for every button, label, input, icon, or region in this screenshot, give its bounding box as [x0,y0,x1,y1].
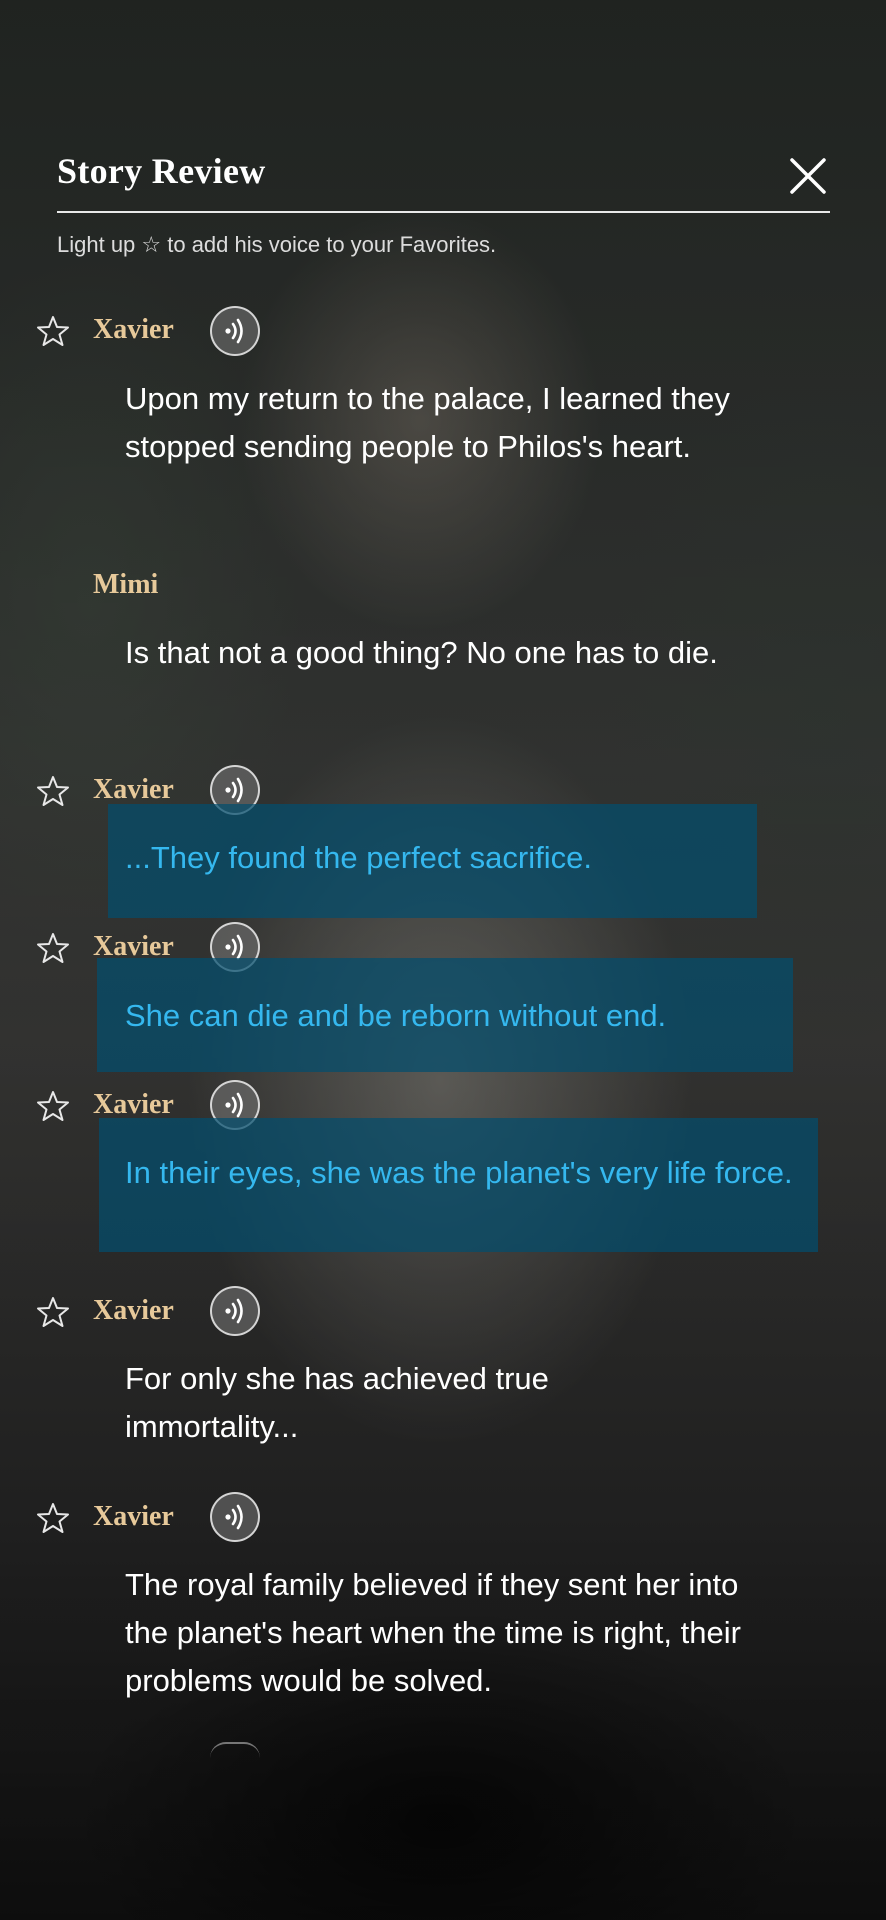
dialogue-text: She can die and be reborn without end. [125,998,667,1033]
voice-play-button[interactable] [210,306,260,356]
dialogue-text: ...They found the perfect sacrifice. [125,840,592,875]
dialogue-text: For only she has achieved true immortali… [125,1361,549,1444]
dialogue-text: Upon my return to the palace, I learned … [125,381,730,464]
speaker-name: Xavier [93,314,174,345]
voice-icon [225,1298,243,1324]
favorite-star-icon[interactable] [36,1089,70,1123]
header-divider [57,211,830,213]
page-title: Story Review [57,151,266,191]
favorite-star-icon[interactable] [36,931,70,965]
voice-icon [225,318,243,344]
speaker-name: Xavier [93,1501,174,1532]
voice-play-button-partial [210,1742,260,1758]
favorite-star-icon[interactable] [36,1295,70,1329]
voice-icon [225,1504,243,1530]
speaker-name: Xavier [93,1295,174,1326]
dialogue-text: The royal family believed if they sent h… [125,1567,741,1698]
dialogue-text: In their eyes, she was the planet's very… [125,1155,793,1190]
favorites-hint: Light up ☆ to add his voice to your Favo… [57,232,497,257]
favorite-star-icon[interactable] [36,1501,70,1535]
dialogue-text: Is that not a good thing? No one has to … [125,635,718,670]
voice-play-button[interactable] [210,1492,260,1542]
close-icon [790,158,826,194]
close-button[interactable] [786,154,830,198]
speaker-name: Xavier [93,1089,174,1120]
favorite-star-icon[interactable] [36,774,70,808]
header: Story Review [57,146,830,212]
speaker-name: Xavier [93,774,174,805]
speaker-name: Mimi [93,569,159,600]
favorite-star-icon[interactable] [36,314,70,348]
voice-play-button[interactable] [210,1286,260,1336]
